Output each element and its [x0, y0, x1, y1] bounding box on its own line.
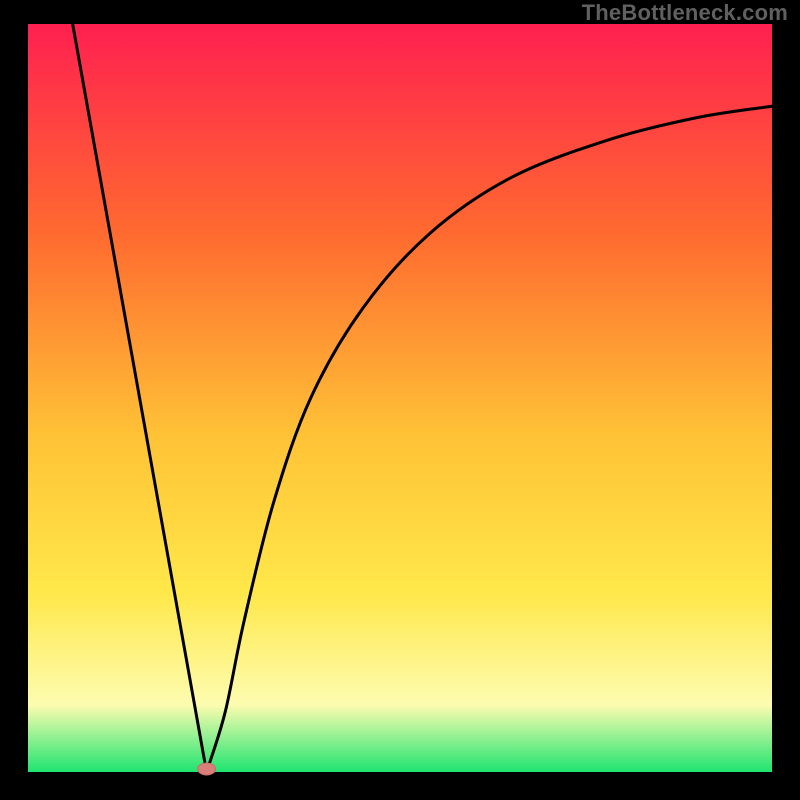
chart-container: TheBottleneck.com	[0, 0, 800, 800]
bottleneck-chart	[0, 0, 800, 800]
watermark-text: TheBottleneck.com	[582, 0, 788, 26]
optimal-point-marker	[198, 763, 216, 775]
